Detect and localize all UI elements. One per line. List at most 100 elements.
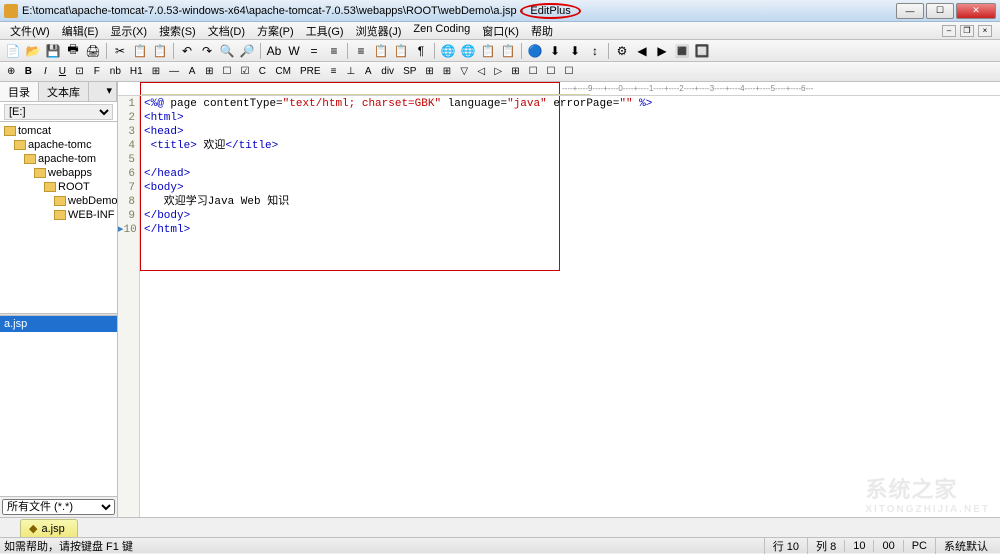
html-toolbar-button[interactable]: ☐ xyxy=(544,65,559,78)
menu-item[interactable]: 帮助 xyxy=(525,22,559,40)
html-toolbar-button[interactable]: CM xyxy=(272,65,294,78)
toolbar-button[interactable]: 📋 xyxy=(499,42,517,60)
toolbar-button[interactable]: 🖶 xyxy=(64,42,82,60)
menu-item[interactable]: 搜索(S) xyxy=(153,22,202,40)
code-content[interactable]: <%@ page contentType="text/html; charset… xyxy=(140,96,1000,517)
toolbar-button[interactable]: ✂ xyxy=(111,42,129,60)
tree-item[interactable]: ROOT xyxy=(2,180,115,194)
code-line[interactable]: </head> xyxy=(144,167,996,181)
menu-item[interactable]: 工具(G) xyxy=(300,22,350,40)
menu-item[interactable]: 文件(W) xyxy=(4,22,56,40)
menu-item[interactable]: 文档(D) xyxy=(202,22,251,40)
code-line[interactable]: <html> xyxy=(144,111,996,125)
html-toolbar-button[interactable]: PRE xyxy=(297,65,324,78)
tree-item[interactable]: WEB-INF xyxy=(2,208,115,222)
toolbar-button[interactable]: ⚙ xyxy=(613,42,631,60)
html-toolbar-button[interactable]: ⊞ xyxy=(149,65,163,78)
toolbar-button[interactable]: W xyxy=(285,42,303,60)
code-line[interactable] xyxy=(144,153,996,167)
close-button[interactable]: ✕ xyxy=(956,3,996,19)
html-toolbar-button[interactable]: nb xyxy=(107,65,124,78)
tree-item[interactable]: tomcat xyxy=(2,124,115,138)
html-toolbar-button[interactable]: A xyxy=(185,65,199,78)
toolbar-button[interactable]: ↕ xyxy=(586,42,604,60)
toolbar-button[interactable]: 🔳 xyxy=(673,42,691,60)
toolbar-button[interactable]: ⬇ xyxy=(546,42,564,60)
html-toolbar-button[interactable]: ☑ xyxy=(237,65,252,78)
toolbar-button[interactable]: ≡ xyxy=(325,42,343,60)
file-list[interactable]: a.jsp xyxy=(0,316,117,496)
html-toolbar-button[interactable]: ☐ xyxy=(526,65,541,78)
html-toolbar-button[interactable]: A xyxy=(361,65,375,78)
toolbar-button[interactable]: 📋 xyxy=(479,42,497,60)
tree-item[interactable]: webapps xyxy=(2,166,115,180)
html-toolbar-button[interactable]: U xyxy=(55,65,69,78)
toolbar-button[interactable]: ▶ xyxy=(653,42,671,60)
code-line[interactable]: </body> xyxy=(144,209,996,223)
menu-item[interactable]: 显示(X) xyxy=(104,22,153,40)
html-toolbar-button[interactable]: ⊡ xyxy=(72,65,86,78)
html-toolbar-button[interactable]: F xyxy=(90,65,104,78)
toolbar-button[interactable]: = xyxy=(305,42,323,60)
drive-selector[interactable]: [E:] xyxy=(0,102,117,122)
sidebar-tab-cliptext[interactable]: 文本库 xyxy=(39,82,89,101)
sidebar-dropdown-icon[interactable]: ▾ xyxy=(102,82,117,101)
file-item[interactable]: a.jsp xyxy=(0,316,117,332)
directory-tree[interactable]: tomcatapache-tomcapache-tomwebappsROOTwe… xyxy=(0,122,117,313)
code-area[interactable]: 123456789▸10 <%@ page contentType="text/… xyxy=(118,96,1000,517)
html-toolbar-button[interactable]: ⊞ xyxy=(202,65,216,78)
toolbar-button[interactable]: 📄 xyxy=(4,42,22,60)
toolbar-button[interactable]: 📋 xyxy=(131,42,149,60)
toolbar-button[interactable]: 🔲 xyxy=(693,42,711,60)
mdi-minimize[interactable]: – xyxy=(942,25,956,37)
code-line[interactable]: <%@ page contentType="text/html; charset… xyxy=(144,97,996,111)
code-line[interactable]: <head> xyxy=(144,125,996,139)
code-line[interactable]: </html> xyxy=(144,223,996,237)
toolbar-button[interactable]: Ab xyxy=(265,42,283,60)
toolbar-button[interactable]: 🔵 xyxy=(526,42,544,60)
toolbar-button[interactable]: ⬇ xyxy=(566,42,584,60)
sidebar-tab-directory[interactable]: 目录 xyxy=(0,82,39,101)
toolbar-button[interactable]: 📋 xyxy=(372,42,390,60)
toolbar-button[interactable]: 🌐 xyxy=(439,42,457,60)
menu-item[interactable]: 方案(P) xyxy=(251,22,300,40)
html-toolbar-button[interactable]: B xyxy=(21,65,35,78)
drive-select[interactable]: [E:] xyxy=(4,104,113,120)
code-line[interactable]: 欢迎学习Java Web 知识 xyxy=(144,195,996,209)
html-toolbar-button[interactable]: div xyxy=(378,65,397,78)
html-toolbar-button[interactable]: ⊞ xyxy=(508,65,522,78)
maximize-button[interactable]: ☐ xyxy=(926,3,954,19)
menu-item[interactable]: 浏览器(J) xyxy=(350,22,408,40)
html-toolbar-button[interactable]: C xyxy=(255,65,269,78)
toolbar-button[interactable]: 🌐 xyxy=(459,42,477,60)
html-toolbar-button[interactable]: ▽ xyxy=(457,65,471,78)
file-filter[interactable]: 所有文件 (*.*) xyxy=(2,499,115,515)
toolbar-button[interactable]: ¶ xyxy=(412,42,430,60)
html-toolbar-button[interactable]: H1 xyxy=(127,65,146,78)
code-line[interactable]: <title> 欢迎</title> xyxy=(144,139,996,153)
html-toolbar-button[interactable]: ☐ xyxy=(562,65,577,78)
html-toolbar-button[interactable]: ☐ xyxy=(219,65,234,78)
html-toolbar-button[interactable]: ⊞ xyxy=(440,65,454,78)
html-toolbar-button[interactable]: I xyxy=(38,65,52,78)
toolbar-button[interactable]: 🔎 xyxy=(238,42,256,60)
document-tab-ajsp[interactable]: ◆a.jsp xyxy=(20,519,78,537)
toolbar-button[interactable]: 🖨 xyxy=(84,42,102,60)
toolbar-button[interactable]: ↶ xyxy=(178,42,196,60)
menu-item[interactable]: Zen Coding xyxy=(407,22,476,40)
toolbar-button[interactable]: 📂 xyxy=(24,42,42,60)
mdi-close[interactable]: × xyxy=(978,25,992,37)
mdi-restore[interactable]: ❐ xyxy=(960,25,974,37)
html-toolbar-button[interactable]: ▷ xyxy=(491,65,505,78)
html-toolbar-button[interactable]: SP xyxy=(400,65,419,78)
toolbar-button[interactable]: ◀ xyxy=(633,42,651,60)
html-toolbar-button[interactable]: ⊥ xyxy=(344,65,359,78)
html-toolbar-button[interactable]: — xyxy=(166,65,182,78)
tree-item[interactable]: apache-tomc xyxy=(2,138,115,152)
tree-item[interactable]: apache-tom xyxy=(2,152,115,166)
toolbar-button[interactable]: 💾 xyxy=(44,42,62,60)
minimize-button[interactable]: — xyxy=(896,3,924,19)
toolbar-button[interactable]: ≡ xyxy=(352,42,370,60)
toolbar-button[interactable]: 📋 xyxy=(392,42,410,60)
tree-item[interactable]: webDemo xyxy=(2,194,115,208)
